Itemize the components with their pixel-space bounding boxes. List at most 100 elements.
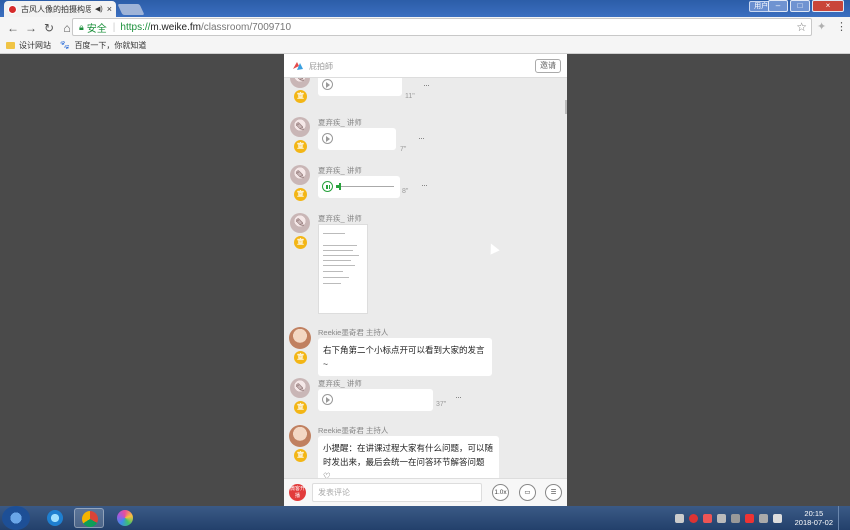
bookmark-design-sites[interactable]: 设计网站 bbox=[6, 40, 51, 51]
close-window-button[interactable]: × bbox=[812, 0, 844, 12]
speaker-badge: 宣 bbox=[294, 401, 307, 414]
bookmarks-bar: 设计网站 🐾︎ 百度一下，你就知道 bbox=[0, 38, 850, 54]
windows-taskbar: 20:15 2018-07-02 bbox=[0, 506, 850, 530]
tray-app-icon[interactable] bbox=[758, 513, 768, 523]
bookmark-baidu[interactable]: 🐾︎ 百度一下，你就知道 bbox=[59, 40, 146, 51]
divider: | bbox=[112, 21, 116, 33]
voice-message[interactable] bbox=[318, 389, 433, 411]
playback-speed-button[interactable]: 1.0x bbox=[492, 484, 509, 501]
speaker-badge: 宣 bbox=[294, 351, 307, 364]
avatar[interactable]: ✎ bbox=[290, 165, 310, 185]
avatar[interactable]: ✎ bbox=[290, 378, 310, 398]
lock-icon: 🔒︎ bbox=[79, 21, 84, 32]
header-title: 屁拍師 bbox=[309, 62, 333, 71]
voice-duration: 11" bbox=[405, 93, 415, 100]
play-icon[interactable] bbox=[322, 133, 333, 144]
avatar[interactable]: ✎ bbox=[290, 78, 310, 88]
color-wheel-icon bbox=[117, 510, 133, 526]
voice-message[interactable] bbox=[318, 128, 396, 150]
image-message[interactable] bbox=[318, 224, 368, 314]
voice-duration: 8" bbox=[402, 188, 409, 195]
clock-date: 2018-07-02 bbox=[794, 518, 833, 527]
paw-icon: 🐾︎ bbox=[59, 40, 71, 50]
show-desktop-button[interactable] bbox=[838, 506, 846, 530]
speaker-badge: 宣 bbox=[294, 188, 307, 201]
url-path: /classroom/7009710 bbox=[200, 21, 292, 33]
browser-tab[interactable]: 古风人像的拍摄构思 ◀) × bbox=[4, 1, 116, 17]
avatar[interactable]: ✎ bbox=[290, 213, 310, 233]
avatar[interactable] bbox=[289, 327, 311, 349]
comment-bar: 微客开播 发表评论 1.0x ▭ ☰ bbox=[284, 478, 567, 506]
tray-app-icon[interactable] bbox=[744, 513, 754, 523]
comments-icon[interactable]: ▭ bbox=[519, 484, 536, 501]
speaker-name: 夏弃疾_ 讲师 bbox=[318, 214, 362, 223]
voice-duration: 37" bbox=[436, 401, 447, 408]
more-options-icon[interactable]: ··· bbox=[455, 392, 462, 402]
menu-list-icon[interactable]: ☰ bbox=[545, 484, 562, 501]
message-list[interactable]: ✎ 宣 11" ··· ✎ 宣 夏弃疾_ 讲师 7" ··· ✎ 宣 夏弃疾_ … bbox=[284, 78, 567, 478]
keyboard-icon[interactable] bbox=[674, 513, 684, 523]
taskbar-app-chrome[interactable] bbox=[74, 508, 104, 528]
volume-icon[interactable] bbox=[772, 513, 782, 523]
tray-app-icon[interactable] bbox=[688, 513, 698, 523]
play-icon[interactable] bbox=[322, 79, 333, 90]
comment-input[interactable]: 发表评论 bbox=[312, 483, 482, 502]
browser-tab-strip: 古风人像的拍摄构思 ◀) × 用户1 – □ × bbox=[0, 0, 850, 17]
address-bar[interactable]: 🔒︎ 安全 | https:// m.weike.fm /classroom/7… bbox=[72, 18, 812, 36]
tab-audio-icon[interactable]: ◀) bbox=[95, 5, 103, 13]
taskbar-app-browser-1[interactable] bbox=[40, 508, 70, 528]
maximize-button[interactable]: □ bbox=[790, 0, 810, 12]
speaker-name: 夏弃疾_ 讲师 bbox=[318, 166, 362, 175]
bookmark-star-icon[interactable]: ☆ bbox=[796, 20, 807, 34]
voice-message-playing[interactable] bbox=[318, 176, 400, 198]
extension-icon[interactable]: ✦ bbox=[817, 20, 826, 33]
avatar[interactable]: ✎ bbox=[290, 117, 310, 137]
page-content: 屁拍師 邀请 ✎ 宣 11" ··· ✎ 宣 夏弃疾_ 讲师 7" ··· ✎ … bbox=[0, 54, 850, 506]
playback-progress[interactable] bbox=[336, 183, 394, 190]
site-favicon-icon bbox=[8, 4, 17, 14]
tray-app-icon[interactable] bbox=[730, 513, 740, 523]
voice-message[interactable] bbox=[318, 78, 402, 96]
back-arrow-icon[interactable]: ← bbox=[6, 21, 20, 35]
new-tab-button[interactable] bbox=[117, 4, 145, 15]
clock[interactable]: 20:15 2018-07-02 bbox=[795, 509, 833, 527]
speaker-name: 夏弃疾_ 讲师 bbox=[318, 379, 362, 388]
more-options-icon[interactable]: ··· bbox=[421, 180, 428, 190]
tray-app-icon[interactable] bbox=[702, 513, 712, 523]
minimize-button[interactable]: – bbox=[768, 0, 788, 12]
play-icon[interactable] bbox=[322, 394, 333, 405]
speaker-badge: 宣 bbox=[294, 449, 307, 462]
secure-label: 安全 bbox=[86, 23, 107, 35]
classroom-panel: 屁拍師 邀请 ✎ 宣 11" ··· ✎ 宣 夏弃疾_ 讲师 7" ··· ✎ … bbox=[284, 54, 567, 506]
pause-icon[interactable] bbox=[322, 181, 333, 192]
speaker-name: 夏弃疾_ 讲师 bbox=[318, 118, 362, 127]
edge-icon bbox=[47, 510, 63, 526]
app-logo-icon bbox=[293, 62, 303, 70]
speaker-badge: 宣 bbox=[294, 140, 307, 153]
voice-duration: 7" bbox=[400, 146, 407, 153]
tab-title: 古风人像的拍摄构思 bbox=[21, 4, 92, 14]
more-options-icon[interactable]: ··· bbox=[418, 133, 425, 143]
system-tray: 20:15 2018-07-02 bbox=[674, 506, 850, 530]
text-message: 右下角第二个小标点开可以看到大家的发言~ bbox=[318, 338, 492, 376]
taskbar-app-color[interactable] bbox=[110, 508, 140, 528]
avatar[interactable] bbox=[289, 425, 311, 447]
browser-menu-icon[interactable]: ⋮ bbox=[836, 20, 847, 33]
tab-close-icon[interactable]: × bbox=[107, 4, 112, 14]
folder-icon bbox=[6, 42, 15, 49]
clock-time: 20:15 bbox=[804, 509, 824, 518]
url-host: m.weike.fm bbox=[150, 21, 201, 33]
invite-button[interactable]: 邀请 bbox=[535, 59, 561, 73]
speaker-badge: 宣 bbox=[294, 236, 307, 249]
more-options-icon[interactable]: ··· bbox=[423, 80, 430, 90]
bookmark-label: 百度一下，你就知道 bbox=[74, 41, 147, 50]
text-message: 小提醒：在讲课过程大家有什么问题，可以随时发出来，最后会统一在问答环节解答问题 … bbox=[318, 436, 499, 478]
bookmark-label: 设计网站 bbox=[19, 41, 51, 50]
start-button[interactable] bbox=[2, 506, 30, 530]
chrome-icon bbox=[82, 511, 98, 527]
network-icon[interactable] bbox=[716, 513, 726, 523]
speaker-name: Reekie墨奇君 主持人 bbox=[318, 426, 389, 435]
browser-toolbar: ← → ↻ ⌂ 🔒︎ 安全 | https:// m.weike.fm /cla… bbox=[0, 17, 850, 38]
forward-arrow-icon[interactable]: → bbox=[24, 21, 38, 35]
reload-icon[interactable]: ↻ bbox=[42, 21, 56, 35]
